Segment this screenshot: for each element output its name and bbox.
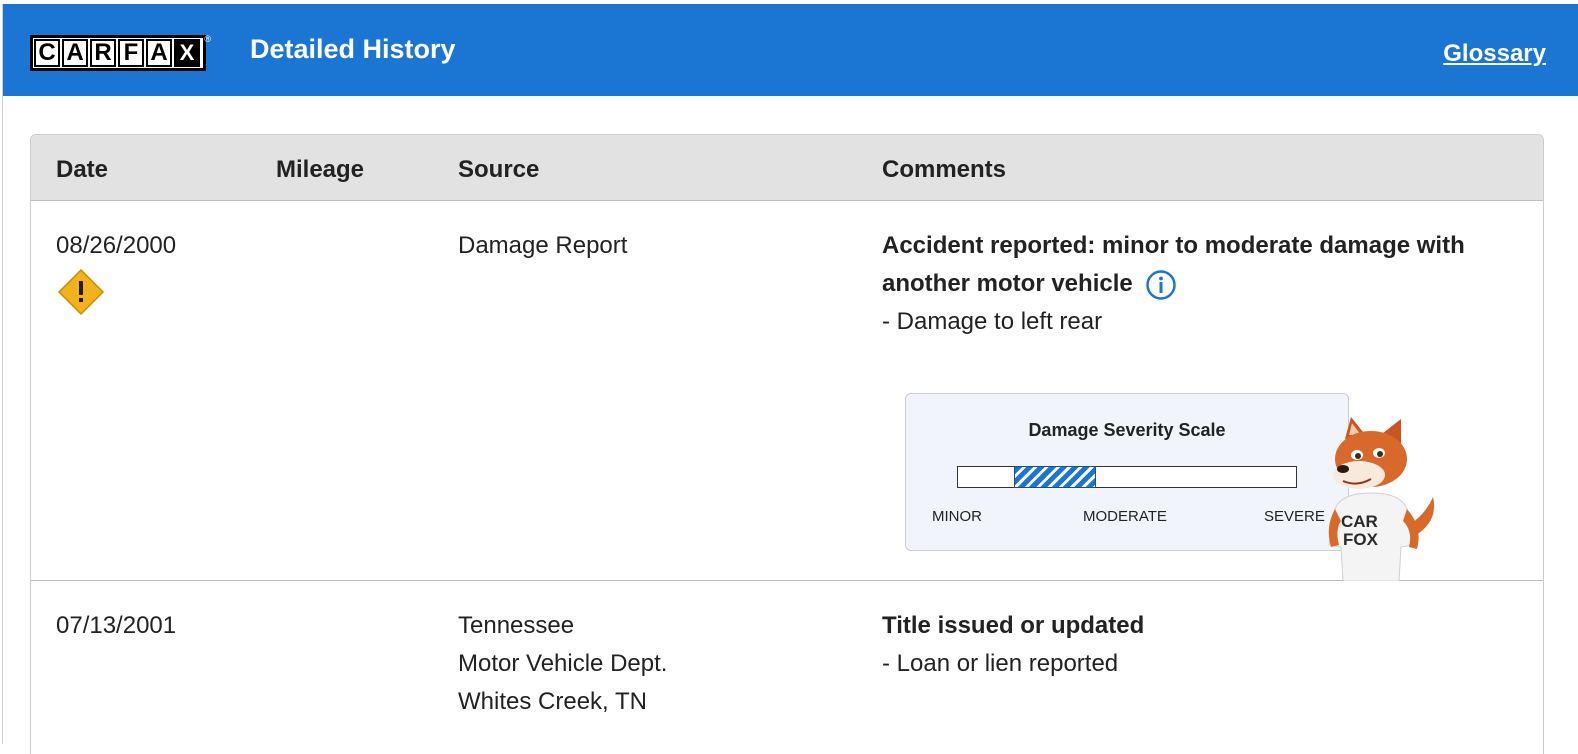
logo-letter-c: C <box>34 39 60 67</box>
comments-cell: Accident reported: minor to moderate dam… <box>882 227 1482 341</box>
mascot-shirt-text-fox: FOX <box>1343 530 1379 549</box>
comment-detail: - Damage to left rear <box>882 308 1103 335</box>
warning-diamond-icon <box>57 268 105 316</box>
source-cell: Damage Report <box>458 227 627 265</box>
table-row: 08/26/2000 Damage Report Accident report… <box>31 201 1543 581</box>
comment-title: Title issued or updated <box>882 612 1145 639</box>
logo-letter-a2: A <box>146 39 172 67</box>
logo-letter-x: X <box>174 39 200 67</box>
logo-letter-a: A <box>62 39 88 67</box>
source-line: Damage Report <box>458 232 628 259</box>
table-header-row: Date Mileage Source Comments <box>31 135 1543 201</box>
history-table: Date Mileage Source Comments 08/26/2000 … <box>30 134 1544 754</box>
scale-title: Damage Severity Scale <box>1028 420 1226 440</box>
source-line: Tennessee <box>458 612 575 639</box>
carfox-mascot-image: CAR FOX <box>1328 417 1435 581</box>
source-cell: Tennessee Motor Vehicle Dept. Whites Cre… <box>458 607 667 721</box>
registered-mark: ® <box>204 34 211 44</box>
date-cell: 08/26/2000 <box>56 232 177 259</box>
carfax-logo: C A R F A X ® <box>30 32 211 74</box>
column-header-comments: Comments <box>882 156 1007 183</box>
comment-detail: - Loan or lien reported <box>882 650 1119 677</box>
damage-severity-scale: Damage Severity Scale MINOR MODERATE SEV… <box>905 393 1349 551</box>
table-row: 07/13/2001 Tennessee Motor Vehicle Dept.… <box>31 581 1543 754</box>
column-header-mileage: Mileage <box>276 156 365 183</box>
logo-letter-f: F <box>118 39 144 67</box>
glossary-link[interactable]: Glossary <box>1443 40 1546 68</box>
page-title: Detailed History <box>250 34 456 64</box>
date-cell: 07/13/2001 <box>56 612 177 639</box>
severity-fill <box>1014 465 1096 488</box>
scale-label-severe: SEVERE <box>1264 508 1325 525</box>
source-line: Motor Vehicle Dept. <box>458 650 668 677</box>
mascot-shirt-text-car: CAR <box>1341 512 1378 531</box>
source-line: Whites Creek, TN <box>458 688 647 715</box>
comments-cell: Title issued or updated - Loan or lien r… <box>882 607 1482 683</box>
info-icon[interactable] <box>1145 269 1177 301</box>
column-header-date: Date <box>56 156 109 183</box>
severity-bar <box>957 465 1297 488</box>
report-header-bar: C A R F A X ® Detailed History Glossary <box>3 4 1578 96</box>
column-header-source: Source <box>458 156 540 183</box>
carfax-logo-box: C A R F A X ® <box>30 34 211 71</box>
scale-label-moderate: MODERATE <box>1083 508 1167 525</box>
logo-letter-r: R <box>90 39 116 67</box>
scale-label-minor: MINOR <box>932 508 982 525</box>
